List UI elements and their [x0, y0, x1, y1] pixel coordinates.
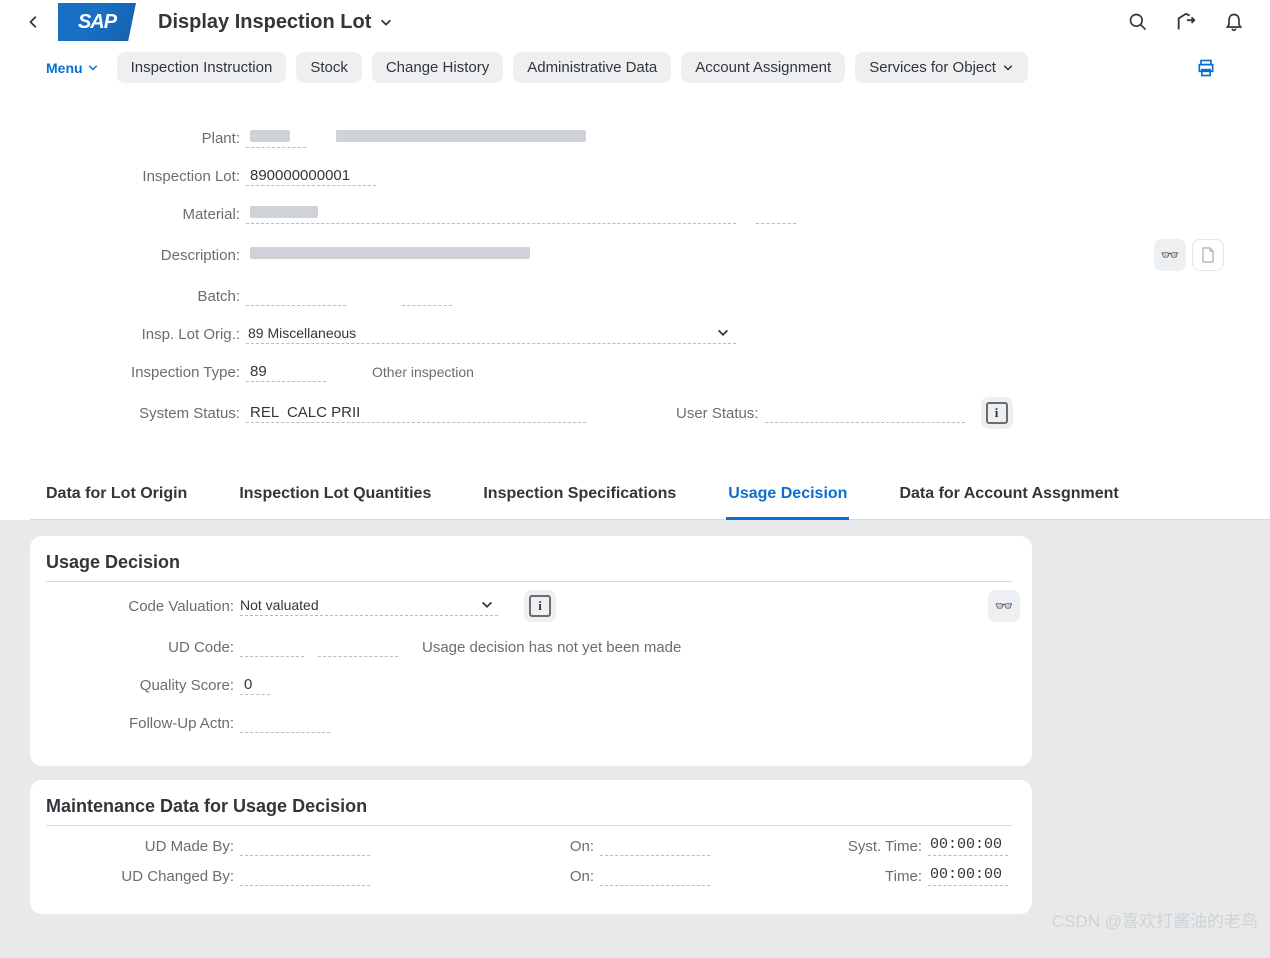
description-label: Description [46, 247, 246, 264]
inspection-lot-label: Inspection Lot [46, 168, 246, 185]
plant-desc-field [332, 128, 592, 148]
administrative-data-button[interactable]: Administrative Data [513, 52, 671, 83]
maintenance-card: Maintenance Data for Usage Decision UD M… [30, 780, 1032, 914]
plant-field [246, 128, 306, 148]
watermark: CSDN @喜欢打酱油的老鸟 [1052, 907, 1258, 932]
ud-changed-by-label: UD Changed By: [50, 868, 240, 885]
tab-inspection-lot-quantities[interactable]: Inspection Lot Quantities [237, 475, 433, 519]
info-icon: i [986, 402, 1008, 424]
follow-up-field [240, 713, 330, 733]
system-status-field: REL CALC PRII [246, 403, 586, 423]
ud-changed-on-field [600, 866, 710, 886]
glasses-icon: 👓 [1161, 246, 1180, 264]
chevron-left-icon [27, 15, 41, 29]
exit-button[interactable] [1166, 2, 1206, 42]
page-title-dropdown[interactable]: Display Inspection Lot [158, 11, 393, 34]
ud-changed-by-field [240, 866, 370, 886]
lot-origin-value: 89 Miscellaneous [248, 325, 356, 341]
inspection-type-field: 89 [246, 362, 326, 382]
ud-made-on-label: On: [370, 838, 600, 855]
batch-extra-field [402, 286, 452, 306]
usage-decision-card: Usage Decision Code Valuation Not valuat… [30, 536, 1032, 766]
ud-made-on-field [600, 836, 710, 856]
search-icon [1128, 12, 1148, 32]
inspection-lot-field: 890000000001 [246, 166, 376, 186]
sap-logo: SAP [58, 3, 136, 41]
quality-score-label: Quality Score [50, 677, 240, 694]
stock-button[interactable]: Stock [296, 52, 362, 83]
exit-icon [1175, 11, 1197, 33]
code-valuation-label: Code Valuation [50, 598, 240, 615]
time-label: Time: [710, 868, 928, 885]
code-valuation-info-button[interactable]: i [524, 590, 556, 622]
system-status-label: System Status [46, 405, 246, 422]
usage-decision-title: Usage Decision [46, 552, 1012, 582]
chevron-down-icon [716, 326, 730, 340]
header-form: Plant Inspection Lot 890000000001 Materi… [0, 95, 1270, 451]
ud-made-by-label: UD Made By: [50, 838, 240, 855]
tab-data-for-lot-origin[interactable]: Data for Lot Origin [44, 475, 189, 519]
tab-strip: Data for Lot Origin Inspection Lot Quant… [30, 475, 1270, 520]
content-area: Usage Decision Code Valuation Not valuat… [0, 520, 1270, 958]
display-details-button[interactable]: 👓 [1154, 239, 1186, 271]
shell-header: SAP Display Inspection Lot [0, 0, 1270, 44]
material-field [246, 204, 736, 224]
user-status-field [765, 403, 965, 423]
document-button[interactable] [1192, 239, 1224, 271]
plant-label: Plant [46, 130, 246, 147]
tab-usage-decision[interactable]: Usage Decision [726, 475, 849, 520]
code-valuation-value: Not valuated [240, 597, 319, 613]
ud-made-by-field [240, 836, 370, 856]
material-extra-field [756, 204, 796, 224]
ud-code-field-2 [318, 637, 398, 657]
account-assignment-button[interactable]: Account Assignment [681, 52, 845, 83]
description-field [246, 245, 736, 265]
ud-changed-on-label: On: [370, 868, 600, 885]
batch-label: Batch [46, 288, 246, 305]
detail-view-button[interactable]: 👓 [988, 590, 1020, 622]
page-title: Display Inspection Lot [158, 11, 371, 34]
chevron-down-icon [480, 598, 494, 612]
print-button[interactable] [1196, 58, 1224, 78]
back-button[interactable] [16, 15, 52, 29]
services-for-object-button[interactable]: Services for Object [855, 52, 1028, 83]
print-icon [1196, 58, 1216, 78]
menu-button[interactable]: Menu [46, 60, 99, 76]
time-field: 00:00:00 [928, 866, 1008, 886]
notifications-button[interactable] [1214, 2, 1254, 42]
material-label: Material [46, 206, 246, 223]
follow-up-label: Follow-Up Actn [50, 715, 240, 732]
info-icon: i [529, 595, 551, 617]
chevron-down-icon [1002, 62, 1014, 74]
document-icon [1201, 247, 1215, 263]
ud-message: Usage decision has not yet been made [422, 639, 681, 656]
chevron-down-icon [87, 62, 99, 74]
syst-time-label: Syst. Time: [710, 838, 928, 855]
tab-data-for-account-assignment[interactable]: Data for Account Assgnment [897, 475, 1120, 519]
chevron-down-icon [379, 15, 393, 29]
lot-origin-label: Insp. Lot Orig. [46, 326, 246, 343]
ud-code-field [240, 637, 304, 657]
tab-inspection-specifications[interactable]: Inspection Specifications [481, 475, 678, 519]
lot-origin-select[interactable]: 89 Miscellaneous [246, 325, 736, 344]
syst-time-field: 00:00:00 [928, 836, 1008, 856]
inspection-type-label: Inspection Type [46, 364, 246, 381]
change-history-button[interactable]: Change History [372, 52, 503, 83]
user-status-label: User Status [676, 405, 765, 422]
toolbar: Menu Inspection Instruction Stock Change… [0, 44, 1270, 95]
maintenance-title: Maintenance Data for Usage Decision [46, 796, 1012, 826]
ud-code-label: UD Code [50, 639, 240, 656]
batch-field [246, 286, 346, 306]
status-info-button[interactable]: i [981, 397, 1013, 429]
inspection-type-desc: Other inspection [372, 364, 474, 380]
code-valuation-select[interactable]: Not valuated [240, 597, 498, 616]
search-button[interactable] [1118, 2, 1158, 42]
menu-label: Menu [46, 60, 83, 76]
bell-icon [1224, 12, 1244, 32]
quality-score-field: 0 [240, 675, 270, 695]
inspection-instruction-button[interactable]: Inspection Instruction [117, 52, 287, 83]
glasses-icon: 👓 [995, 597, 1014, 615]
